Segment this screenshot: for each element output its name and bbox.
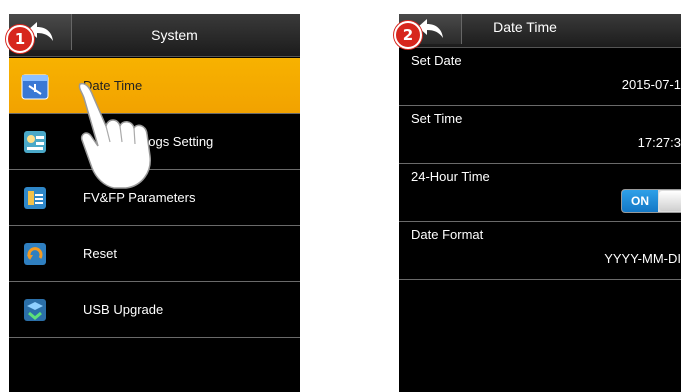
menu-item-usb-upgrade[interactable]: USB Upgrade <box>9 282 300 338</box>
date-format-row[interactable]: Date Format YYYY-MM-DI <box>399 222 681 280</box>
set-time-label: Set Time <box>411 111 463 126</box>
set-date-value: 2015-07-1 <box>621 77 681 92</box>
system-screen: System Date Time Logs Setting FV&FP Para… <box>9 14 300 392</box>
toggle-on-label: ON <box>622 190 658 212</box>
set-time-row[interactable]: Set Time 17:27:3 <box>399 106 681 164</box>
menu-label: Reset <box>83 246 117 261</box>
step-badge-1: 1 <box>6 25 34 53</box>
date-format-label: Date Format <box>411 227 484 242</box>
date-time-screen: Date Time Set Date 2015-07-1 Set Time 17… <box>399 14 681 392</box>
toggle-knob <box>659 191 681 211</box>
page-title: Date Time <box>493 19 557 35</box>
calendar-clock-icon <box>21 74 49 100</box>
set-date-label: Set Date <box>411 53 462 68</box>
menu-item-reset[interactable]: Reset <box>9 226 300 282</box>
set-time-value: 17:27:3 <box>637 135 681 150</box>
hour24-row: 24-Hour Time ON <box>399 164 681 222</box>
parameters-icon <box>24 187 46 209</box>
top-bar: System <box>9 14 300 57</box>
set-date-row[interactable]: Set Date 2015-07-1 <box>399 48 681 106</box>
hour24-label: 24-Hour Time <box>411 169 490 184</box>
page-title: System <box>151 27 198 43</box>
hour24-toggle[interactable]: ON <box>621 189 681 213</box>
date-format-value: YYYY-MM-DI <box>604 251 681 266</box>
pointing-hand-icon <box>78 82 151 189</box>
step-badge-2: 2 <box>394 21 422 49</box>
logs-icon <box>24 131 46 153</box>
usb-upgrade-icon <box>24 299 46 321</box>
top-bar: Date Time <box>399 14 681 48</box>
menu-label: USB Upgrade <box>83 302 164 317</box>
reset-icon <box>24 243 46 265</box>
